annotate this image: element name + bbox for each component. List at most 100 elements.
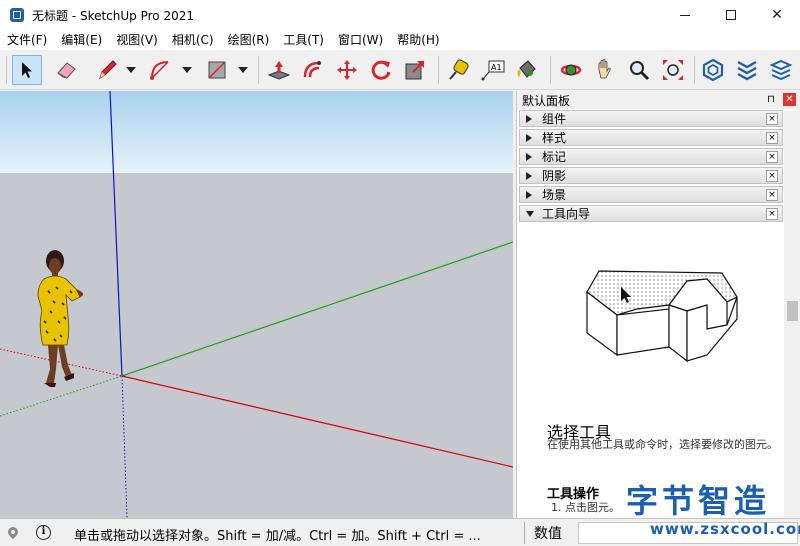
main-toolbar: A1 bbox=[0, 50, 800, 90]
eraser-tool-button[interactable] bbox=[52, 55, 82, 85]
offset-tool-button[interactable] bbox=[298, 55, 328, 85]
panel-tags[interactable]: 标记 × bbox=[519, 148, 783, 165]
select-tool-icon bbox=[22, 62, 32, 78]
rectangle-tool-button[interactable] bbox=[202, 55, 232, 85]
menu-window[interactable]: 窗口(W) bbox=[331, 30, 390, 50]
arc-tool-icon bbox=[150, 61, 169, 80]
tape-measure-tool-icon bbox=[449, 59, 469, 80]
sketchup-window: 无标题 - SketchUp Pro 2021 ✕ 文件(F) 编辑(E) 视图… bbox=[0, 0, 800, 546]
push-pull-tool-icon bbox=[267, 61, 291, 80]
watermark-url: www.zsxcool.com bbox=[650, 520, 800, 538]
axes-and-figure bbox=[0, 91, 513, 518]
scrollbar-thumb[interactable] bbox=[787, 301, 798, 321]
close-icon: ✕ bbox=[771, 7, 783, 23]
panel-close-button[interactable]: × bbox=[766, 132, 778, 144]
tray-close-button[interactable]: ✕ bbox=[783, 93, 796, 106]
panel-close-button[interactable]: × bbox=[766, 151, 778, 163]
menu-draw[interactable]: 绘图(R) bbox=[221, 30, 277, 50]
expand-arrow-icon bbox=[526, 191, 534, 199]
move-tool-icon bbox=[337, 60, 357, 80]
arc-tool-dropdown[interactable] bbox=[181, 62, 193, 78]
layout-icon bbox=[769, 59, 793, 81]
menu-help[interactable]: 帮助(H) bbox=[390, 30, 446, 50]
zoom-extents-tool-button[interactable] bbox=[658, 55, 688, 85]
watermark-title: 字节智造 bbox=[626, 482, 771, 520]
default-tray: 默认面板 ⊓ ✕ 组件 × 样式 × 标记 × 阴影 × 场景 × 工具向导 ×… bbox=[516, 91, 800, 518]
info-icon[interactable]: i bbox=[36, 525, 51, 540]
panel-close-button[interactable]: × bbox=[766, 189, 778, 201]
panel-styles[interactable]: 样式 × bbox=[519, 129, 783, 146]
warehouse-icon bbox=[702, 58, 724, 82]
y-axis-negative bbox=[0, 375, 123, 417]
eraser-tool-icon bbox=[57, 62, 76, 79]
text-tool-button[interactable]: A1 bbox=[478, 55, 508, 85]
status-separator bbox=[524, 522, 525, 544]
move-tool-button[interactable] bbox=[332, 55, 362, 85]
y-axis-line bbox=[121, 241, 513, 377]
select-tool-button[interactable] bbox=[12, 55, 42, 85]
pan-tool-icon bbox=[598, 59, 611, 79]
text-tool-icon: A1 bbox=[481, 60, 505, 81]
maximize-button[interactable] bbox=[708, 0, 754, 30]
toolbar-separator bbox=[550, 56, 551, 84]
menu-edit[interactable]: 编辑(E) bbox=[54, 30, 109, 50]
zoom-tool-button[interactable] bbox=[624, 55, 654, 85]
expand-arrow-icon bbox=[526, 172, 534, 180]
panel-close-button[interactable]: × bbox=[766, 113, 778, 125]
x-axis-line bbox=[121, 375, 513, 468]
tray-header: 默认面板 ⊓ ✕ bbox=[517, 91, 800, 109]
minimize-button[interactable] bbox=[662, 0, 708, 30]
expand-arrow-icon bbox=[526, 115, 534, 123]
tray-scrollbar[interactable] bbox=[784, 111, 800, 518]
instructor-description: 在使用其他工具或命令时，选择要修改的图元。 bbox=[547, 438, 778, 451]
paint-bucket-tool-button[interactable] bbox=[512, 55, 542, 85]
paint-bucket-tool-icon bbox=[517, 60, 536, 78]
collapse-arrow-icon bbox=[526, 211, 534, 217]
tape-measure-tool-button[interactable] bbox=[444, 55, 474, 85]
sketchup-logo-icon bbox=[10, 8, 24, 22]
geolocation-icon[interactable] bbox=[7, 526, 19, 540]
scale-tool-icon bbox=[405, 61, 424, 80]
menu-file[interactable]: 文件(F) bbox=[0, 30, 54, 50]
3d-warehouse-button[interactable] bbox=[698, 55, 728, 85]
menu-camera[interactable]: 相机(C) bbox=[165, 30, 221, 50]
orbit-tool-button[interactable] bbox=[556, 55, 586, 85]
zoom-tool-icon bbox=[630, 61, 650, 81]
line-tool-button[interactable] bbox=[92, 55, 122, 85]
z-axis-negative bbox=[121, 375, 128, 518]
panel-shadows[interactable]: 阴影 × bbox=[519, 167, 783, 184]
panel-scenes[interactable]: 场景 × bbox=[519, 186, 783, 203]
tray-title: 默认面板 bbox=[522, 93, 571, 108]
rectangle-tool-dropdown[interactable] bbox=[237, 62, 249, 78]
menu-view[interactable]: 视图(V) bbox=[109, 30, 165, 50]
panel-close-button[interactable]: × bbox=[766, 170, 778, 182]
window-title: 无标题 - SketchUp Pro 2021 bbox=[32, 8, 194, 23]
orbit-tool-icon bbox=[560, 64, 582, 76]
panel-label: 阴影 bbox=[542, 169, 567, 183]
panel-close-button[interactable]: × bbox=[766, 208, 778, 220]
toolbar-separator bbox=[258, 56, 259, 84]
menu-tools[interactable]: 工具(T) bbox=[276, 30, 331, 50]
z-axis-line bbox=[109, 91, 123, 377]
panel-label: 样式 bbox=[542, 131, 567, 145]
panel-label: 组件 bbox=[542, 112, 567, 126]
rectangle-tool-icon bbox=[208, 61, 226, 79]
select-tool-illustration bbox=[586, 270, 738, 363]
extension-warehouse-button[interactable] bbox=[732, 55, 762, 85]
rotate-tool-button[interactable] bbox=[366, 55, 396, 85]
pan-tool-button[interactable] bbox=[590, 55, 620, 85]
push-pull-tool-button[interactable] bbox=[264, 55, 294, 85]
modeling-viewport[interactable] bbox=[0, 91, 513, 518]
toolbar-separator bbox=[694, 56, 695, 84]
layout-button[interactable] bbox=[766, 55, 796, 85]
arc-tool-button[interactable] bbox=[146, 55, 176, 85]
text-tool-label: A1 bbox=[491, 63, 502, 72]
scale-tool-button[interactable] bbox=[400, 55, 430, 85]
offset-tool-icon bbox=[303, 61, 321, 78]
line-tool-dropdown[interactable] bbox=[125, 62, 137, 78]
panel-instructor[interactable]: 工具向导 × bbox=[519, 205, 783, 222]
status-hint-text: 单击或拖动以选择对象。Shift = 加/减。Ctrl = 加。Shift + … bbox=[74, 529, 481, 544]
close-button[interactable]: ✕ bbox=[754, 0, 800, 30]
panel-components[interactable]: 组件 × bbox=[519, 110, 783, 127]
pin-icon[interactable]: ⊓ bbox=[765, 94, 777, 106]
